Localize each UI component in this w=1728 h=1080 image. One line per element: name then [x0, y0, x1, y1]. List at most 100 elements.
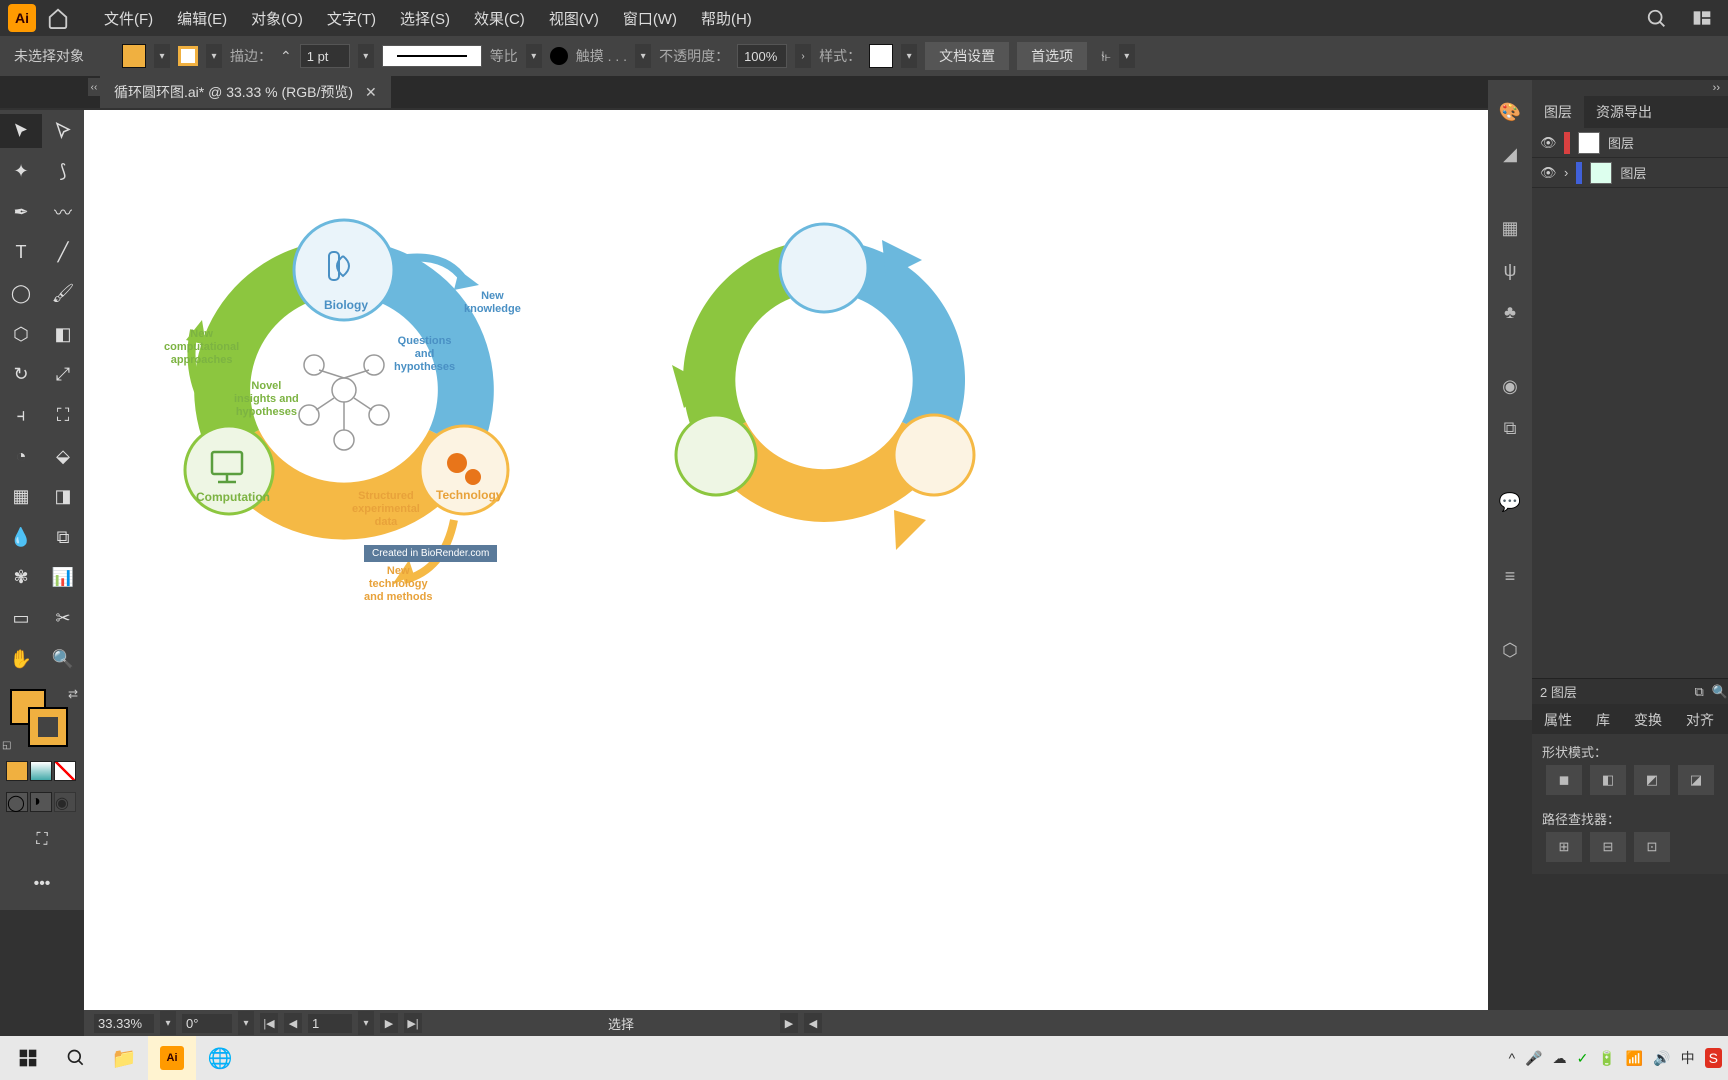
brushes-panel-icon[interactable]: ψ — [1498, 258, 1522, 282]
width-tool[interactable]: ⫞ — [0, 398, 42, 432]
opacity-input[interactable] — [737, 44, 787, 68]
battery-icon[interactable]: 🔋 — [1598, 1050, 1615, 1067]
expand-layer-icon[interactable]: › — [1564, 165, 1568, 180]
magic-wand-tool[interactable]: ✦ — [0, 155, 42, 189]
fill-stroke-indicator[interactable]: ⇄ ◱ — [0, 683, 84, 753]
divide-button[interactable]: ⊞ — [1546, 832, 1582, 862]
scroll-right-button[interactable]: ▶ — [780, 1013, 798, 1033]
layer-row[interactable]: 👁 › 图层 — [1532, 158, 1728, 188]
stroke-style-dropdown[interactable]: ▾ — [526, 44, 542, 68]
wifi-icon[interactable]: 📶 — [1626, 1050, 1643, 1067]
microphone-icon[interactable]: 🎤 — [1525, 1050, 1542, 1067]
screen-mode-tool[interactable]: ⛶ — [0, 821, 84, 859]
trim-button[interactable]: ⊟ — [1590, 832, 1626, 862]
menu-type[interactable]: 文字(T) — [315, 8, 388, 29]
menu-help[interactable]: 帮助(H) — [689, 8, 764, 29]
pen-tool[interactable]: ✒ — [0, 195, 42, 229]
scroll-left-button[interactable]: ◀ — [804, 1013, 822, 1033]
default-fill-stroke-icon[interactable]: ◱ — [2, 740, 11, 751]
color-mode-icon[interactable] — [6, 761, 28, 781]
layer-row[interactable]: 👁 图层 — [1532, 128, 1728, 158]
menu-select[interactable]: 选择(S) — [388, 8, 462, 29]
visibility-toggle-icon[interactable]: 👁 — [1540, 135, 1556, 151]
graphic-style-swatch[interactable] — [869, 44, 893, 68]
tab-layers[interactable]: 图层 — [1532, 96, 1584, 128]
swap-fill-stroke-icon[interactable]: ⇄ — [68, 687, 78, 701]
free-transform-tool[interactable]: ⛶ — [42, 398, 84, 432]
tab-libraries[interactable]: 库 — [1584, 704, 1622, 734]
file-explorer-icon[interactable]: 📁 — [100, 1036, 148, 1080]
minus-front-button[interactable]: ◧ — [1590, 765, 1626, 795]
draw-normal-icon[interactable]: ◯ — [6, 792, 28, 812]
security-icon[interactable]: ✓ — [1577, 1050, 1589, 1067]
edit-toolbar-icon[interactable]: ••• — [0, 865, 84, 903]
visibility-toggle-icon[interactable]: 👁 — [1540, 165, 1556, 181]
search-icon[interactable] — [1646, 8, 1668, 30]
stroke-weight-dropdown[interactable]: ▾ — [358, 44, 374, 68]
align-icon[interactable]: ⫮⊦ — [1101, 48, 1111, 65]
blend-tool[interactable]: ⧉ — [42, 520, 84, 554]
tab-transform[interactable]: 变换 — [1622, 704, 1674, 734]
document-setup-button[interactable]: 文档设置 — [925, 42, 1009, 70]
ime-icon[interactable]: 中 — [1681, 1048, 1695, 1068]
start-button[interactable] — [4, 1036, 52, 1080]
perspective-tool[interactable]: ⬙ — [42, 439, 84, 473]
stroke-color-box[interactable] — [30, 709, 66, 745]
zoom-tool[interactable]: 🔍 — [42, 642, 84, 676]
3d-panel-icon[interactable]: ⬡ — [1498, 638, 1522, 662]
fill-swatch[interactable] — [122, 44, 146, 68]
stroke-profile[interactable] — [382, 45, 482, 67]
rotation-dropdown[interactable]: ▾ — [238, 1011, 254, 1035]
tray-chevron-icon[interactable]: ^ — [1509, 1050, 1516, 1066]
symbol-sprayer-tool[interactable]: ✾ — [0, 561, 42, 595]
menu-edit[interactable]: 编辑(E) — [165, 8, 239, 29]
canvas[interactable]: Biology Technology Computation New knowl… — [84, 110, 1488, 1040]
curvature-tool[interactable]: 〰 — [42, 195, 84, 229]
artboard-tool[interactable]: ▭ — [0, 602, 42, 636]
tab-asset-export[interactable]: 资源导出 — [1584, 96, 1664, 128]
ellipse-tool[interactable]: ◯ — [0, 277, 42, 311]
stroke-weight-stepper[interactable]: ⌃ — [280, 48, 292, 65]
sogou-ime-icon[interactable]: S — [1705, 1048, 1722, 1068]
last-artboard-button[interactable]: ▶| — [404, 1013, 422, 1033]
collapse-left-icon[interactable]: ‹‹ — [88, 78, 100, 96]
stroke-dropdown[interactable]: ▾ — [206, 44, 222, 68]
shape-builder-tool[interactable]: ◔ — [0, 439, 42, 473]
stroke-weight-input[interactable] — [300, 44, 350, 68]
hand-tool[interactable]: ✋ — [0, 642, 42, 676]
color-guide-icon[interactable]: ◢ — [1498, 142, 1522, 166]
menu-window[interactable]: 窗口(W) — [611, 8, 689, 29]
align-dropdown[interactable]: ▾ — [1119, 44, 1135, 68]
collapse-right-icon[interactable]: ›› — [1532, 80, 1728, 96]
intersect-button[interactable]: ◩ — [1634, 765, 1670, 795]
color-panel-icon[interactable]: 🎨 — [1498, 100, 1522, 124]
paragraph-panel-icon[interactable]: ≡ — [1498, 564, 1522, 588]
style-dropdown[interactable]: ▾ — [901, 44, 917, 68]
menu-file[interactable]: 文件(F) — [92, 8, 165, 29]
none-mode-icon[interactable] — [54, 761, 76, 781]
merge-button[interactable]: ⊡ — [1634, 832, 1670, 862]
selection-tool[interactable] — [0, 114, 42, 148]
menu-effect[interactable]: 效果(C) — [462, 8, 537, 29]
zoom-input[interactable] — [94, 1014, 154, 1033]
fill-dropdown[interactable]: ▾ — [154, 44, 170, 68]
rotation-input[interactable] — [182, 1014, 232, 1033]
preferences-button[interactable]: 首选项 — [1017, 42, 1087, 70]
paintbrush-tool[interactable]: 🖌 — [42, 277, 84, 311]
document-tab[interactable]: 循环圆环图.ai* @ 33.33 % (RGB/预览) ✕ — [100, 76, 391, 108]
tab-properties[interactable]: 属性 — [1532, 704, 1584, 734]
illustrator-taskbar-icon[interactable]: Ai — [148, 1036, 196, 1080]
tab-align[interactable]: 对齐 — [1674, 704, 1726, 734]
workspace-icon[interactable] — [1692, 8, 1712, 28]
rotate-tool[interactable]: ↻ — [0, 358, 42, 392]
eyedropper-tool[interactable]: 💧 — [0, 520, 42, 554]
direct-selection-tool[interactable] — [42, 114, 84, 148]
search-layer-icon[interactable]: 🔍 — [1712, 684, 1728, 700]
brush-dropdown[interactable]: ▾ — [635, 44, 651, 68]
mesh-tool[interactable]: ▦ — [0, 480, 42, 514]
artboard-dropdown[interactable]: ▾ — [358, 1011, 374, 1035]
exclude-button[interactable]: ◪ — [1678, 765, 1714, 795]
lasso-tool[interactable]: ⟆ — [42, 155, 84, 189]
close-tab-icon[interactable]: ✕ — [365, 84, 377, 101]
next-artboard-button[interactable]: ▶ — [380, 1013, 398, 1033]
